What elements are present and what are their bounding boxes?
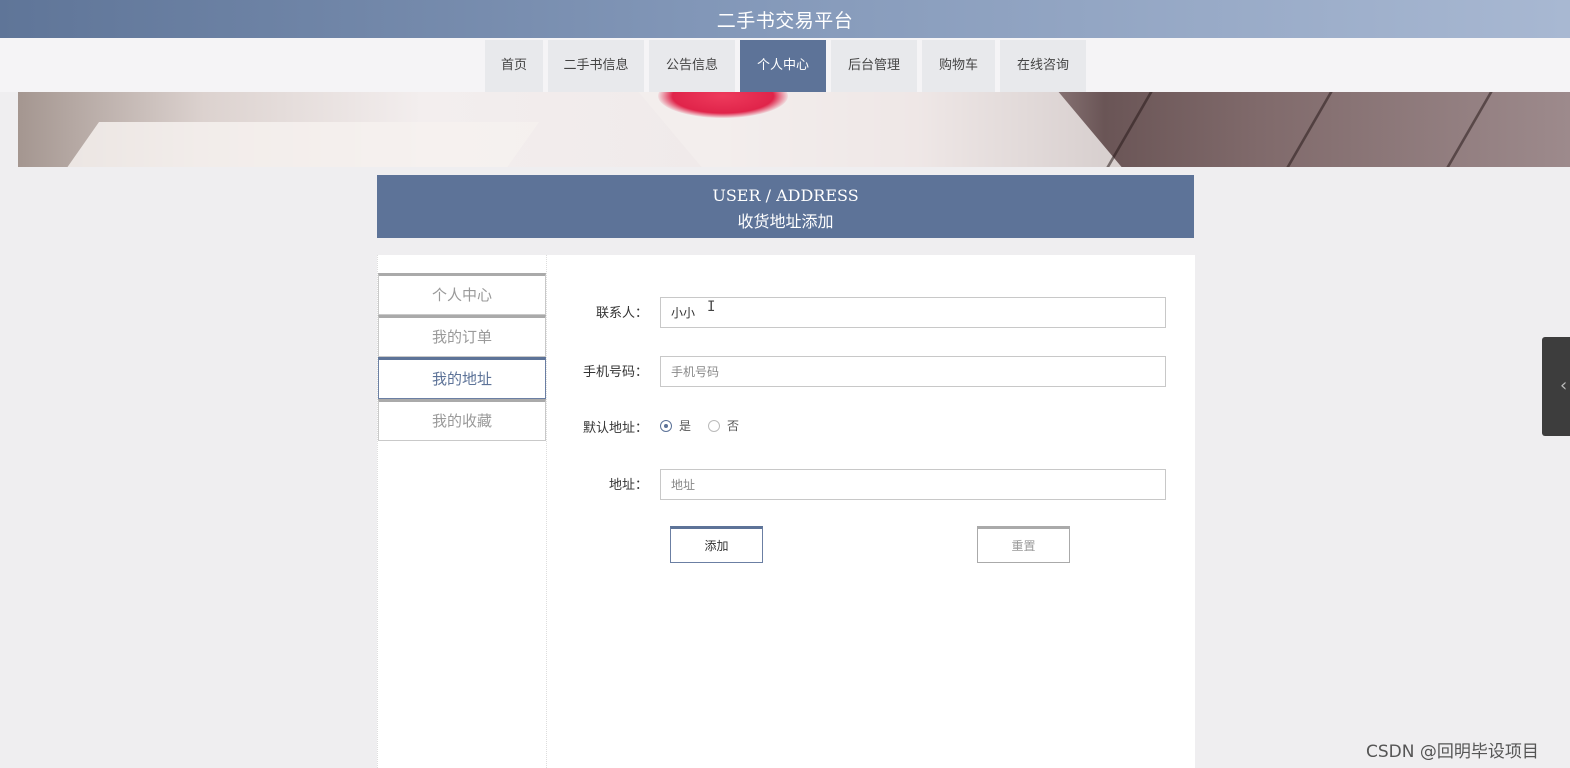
sidebar-item-my-address[interactable]: 我的地址 [378,357,546,399]
default-address-radio-group: 是 否 [660,417,756,434]
contact-label: 联系人： [595,306,648,321]
phone-input[interactable] [660,356,1166,387]
reset-button[interactable]: 重置 [977,526,1070,563]
add-button[interactable]: 添加 [670,526,763,563]
site-header: 二手书交易平台 [0,0,1570,38]
chevron-left-icon: ‹ [1560,375,1568,396]
banner-plank-line [1286,92,1333,167]
radio-yes[interactable] [660,419,672,432]
nav-item-admin[interactable]: 后台管理 [831,40,917,92]
watermark: CSDN @回明毕设项目 [1366,742,1539,762]
section-title-en: USER / ADDRESS [712,186,859,205]
nav-item-used-books[interactable]: 二手书信息 [548,40,644,92]
contact-input[interactable] [660,297,1166,328]
nav-item-notices[interactable]: 公告信息 [649,40,735,92]
radio-no[interactable] [708,419,721,432]
sidebar-divider [546,255,547,768]
sidebar-menu: 个人中心 我的订单 我的地址 我的收藏 [378,273,546,441]
default-address-label: 默认地址： [582,421,648,436]
radio-yes-label: 是 [679,419,692,433]
nav-list: 首页 二手书信息 公告信息 个人中心 后台管理 购物车 在线咨询 [485,40,1091,92]
banner-plank-line [1446,92,1493,167]
nav-item-cart[interactable]: 购物车 [922,40,995,92]
banner-plank-line [1106,92,1153,167]
section-header: USER / ADDRESS 收货地址添加 [377,175,1194,238]
section-title-cn: 收货地址添加 [737,212,834,231]
site-title: 二手书交易平台 [716,10,854,32]
floating-side-tab[interactable]: ‹ [1542,337,1570,436]
radio-no-label: 否 [727,419,740,433]
address-label: 地址： [608,478,648,493]
phone-label: 手机号码： [582,365,648,380]
sidebar-item-my-orders[interactable]: 我的订单 [378,315,546,357]
nav-item-personal-center[interactable]: 个人中心 [740,40,826,92]
nav-item-home[interactable]: 首页 [485,40,543,92]
banner-image [18,92,1570,167]
main-nav: 首页 二手书信息 公告信息 个人中心 后台管理 购物车 在线咨询 [0,38,1570,92]
banner-book-page-left [56,122,540,167]
address-input[interactable] [660,469,1166,500]
sidebar-item-my-favorites[interactable]: 我的收藏 [378,399,546,441]
sidebar-item-personal-center[interactable]: 个人中心 [378,273,546,315]
text-cursor-icon: I [707,299,716,315]
nav-item-online-consult[interactable]: 在线咨询 [1000,40,1086,92]
